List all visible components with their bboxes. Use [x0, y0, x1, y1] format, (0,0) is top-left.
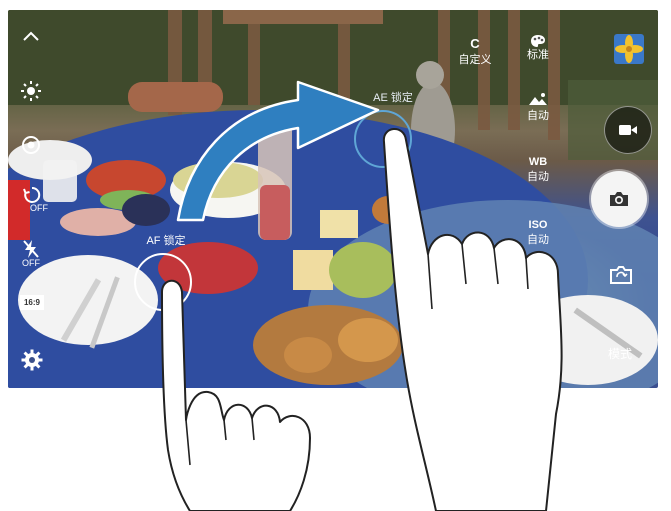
filter-label[interactable]: 标准 — [520, 49, 556, 62]
exposure-label[interactable]: 自动 — [520, 110, 556, 123]
shutter-button[interactable] — [591, 171, 647, 227]
af-lock-label: AF 锁定 — [146, 235, 186, 247]
hand-af-illustration — [161, 279, 311, 511]
aspect-ratio-label: 16:9 — [23, 298, 40, 307]
custom-mode-letter[interactable]: C — [460, 37, 490, 50]
gallery-thumbnail-icon[interactable] — [614, 34, 644, 64]
flash-off-icon[interactable] — [20, 238, 42, 260]
chevron-up-icon[interactable] — [20, 26, 42, 46]
flash-state: OFF — [22, 258, 40, 268]
mode-button[interactable]: 模式 — [600, 348, 640, 361]
timer-icon[interactable] — [18, 185, 46, 205]
switch-camera-icon[interactable] — [606, 262, 636, 288]
drag-arrow — [176, 80, 380, 222]
gear-icon[interactable] — [20, 348, 44, 372]
palette-icon[interactable] — [528, 32, 548, 50]
record-video-button[interactable] — [604, 106, 652, 154]
aspect-ratio-icon[interactable]: 16:9 — [20, 295, 44, 310]
timer-state: OFF — [30, 203, 48, 213]
camera-icon — [608, 190, 630, 208]
custom-mode-label[interactable]: 自定义 — [450, 54, 500, 67]
focus-icon[interactable] — [18, 132, 44, 158]
hand-ae-illustration — [382, 128, 563, 511]
video-camera-icon — [618, 123, 638, 137]
sun-icon[interactable] — [18, 78, 44, 104]
exposure-icon[interactable] — [526, 90, 550, 108]
